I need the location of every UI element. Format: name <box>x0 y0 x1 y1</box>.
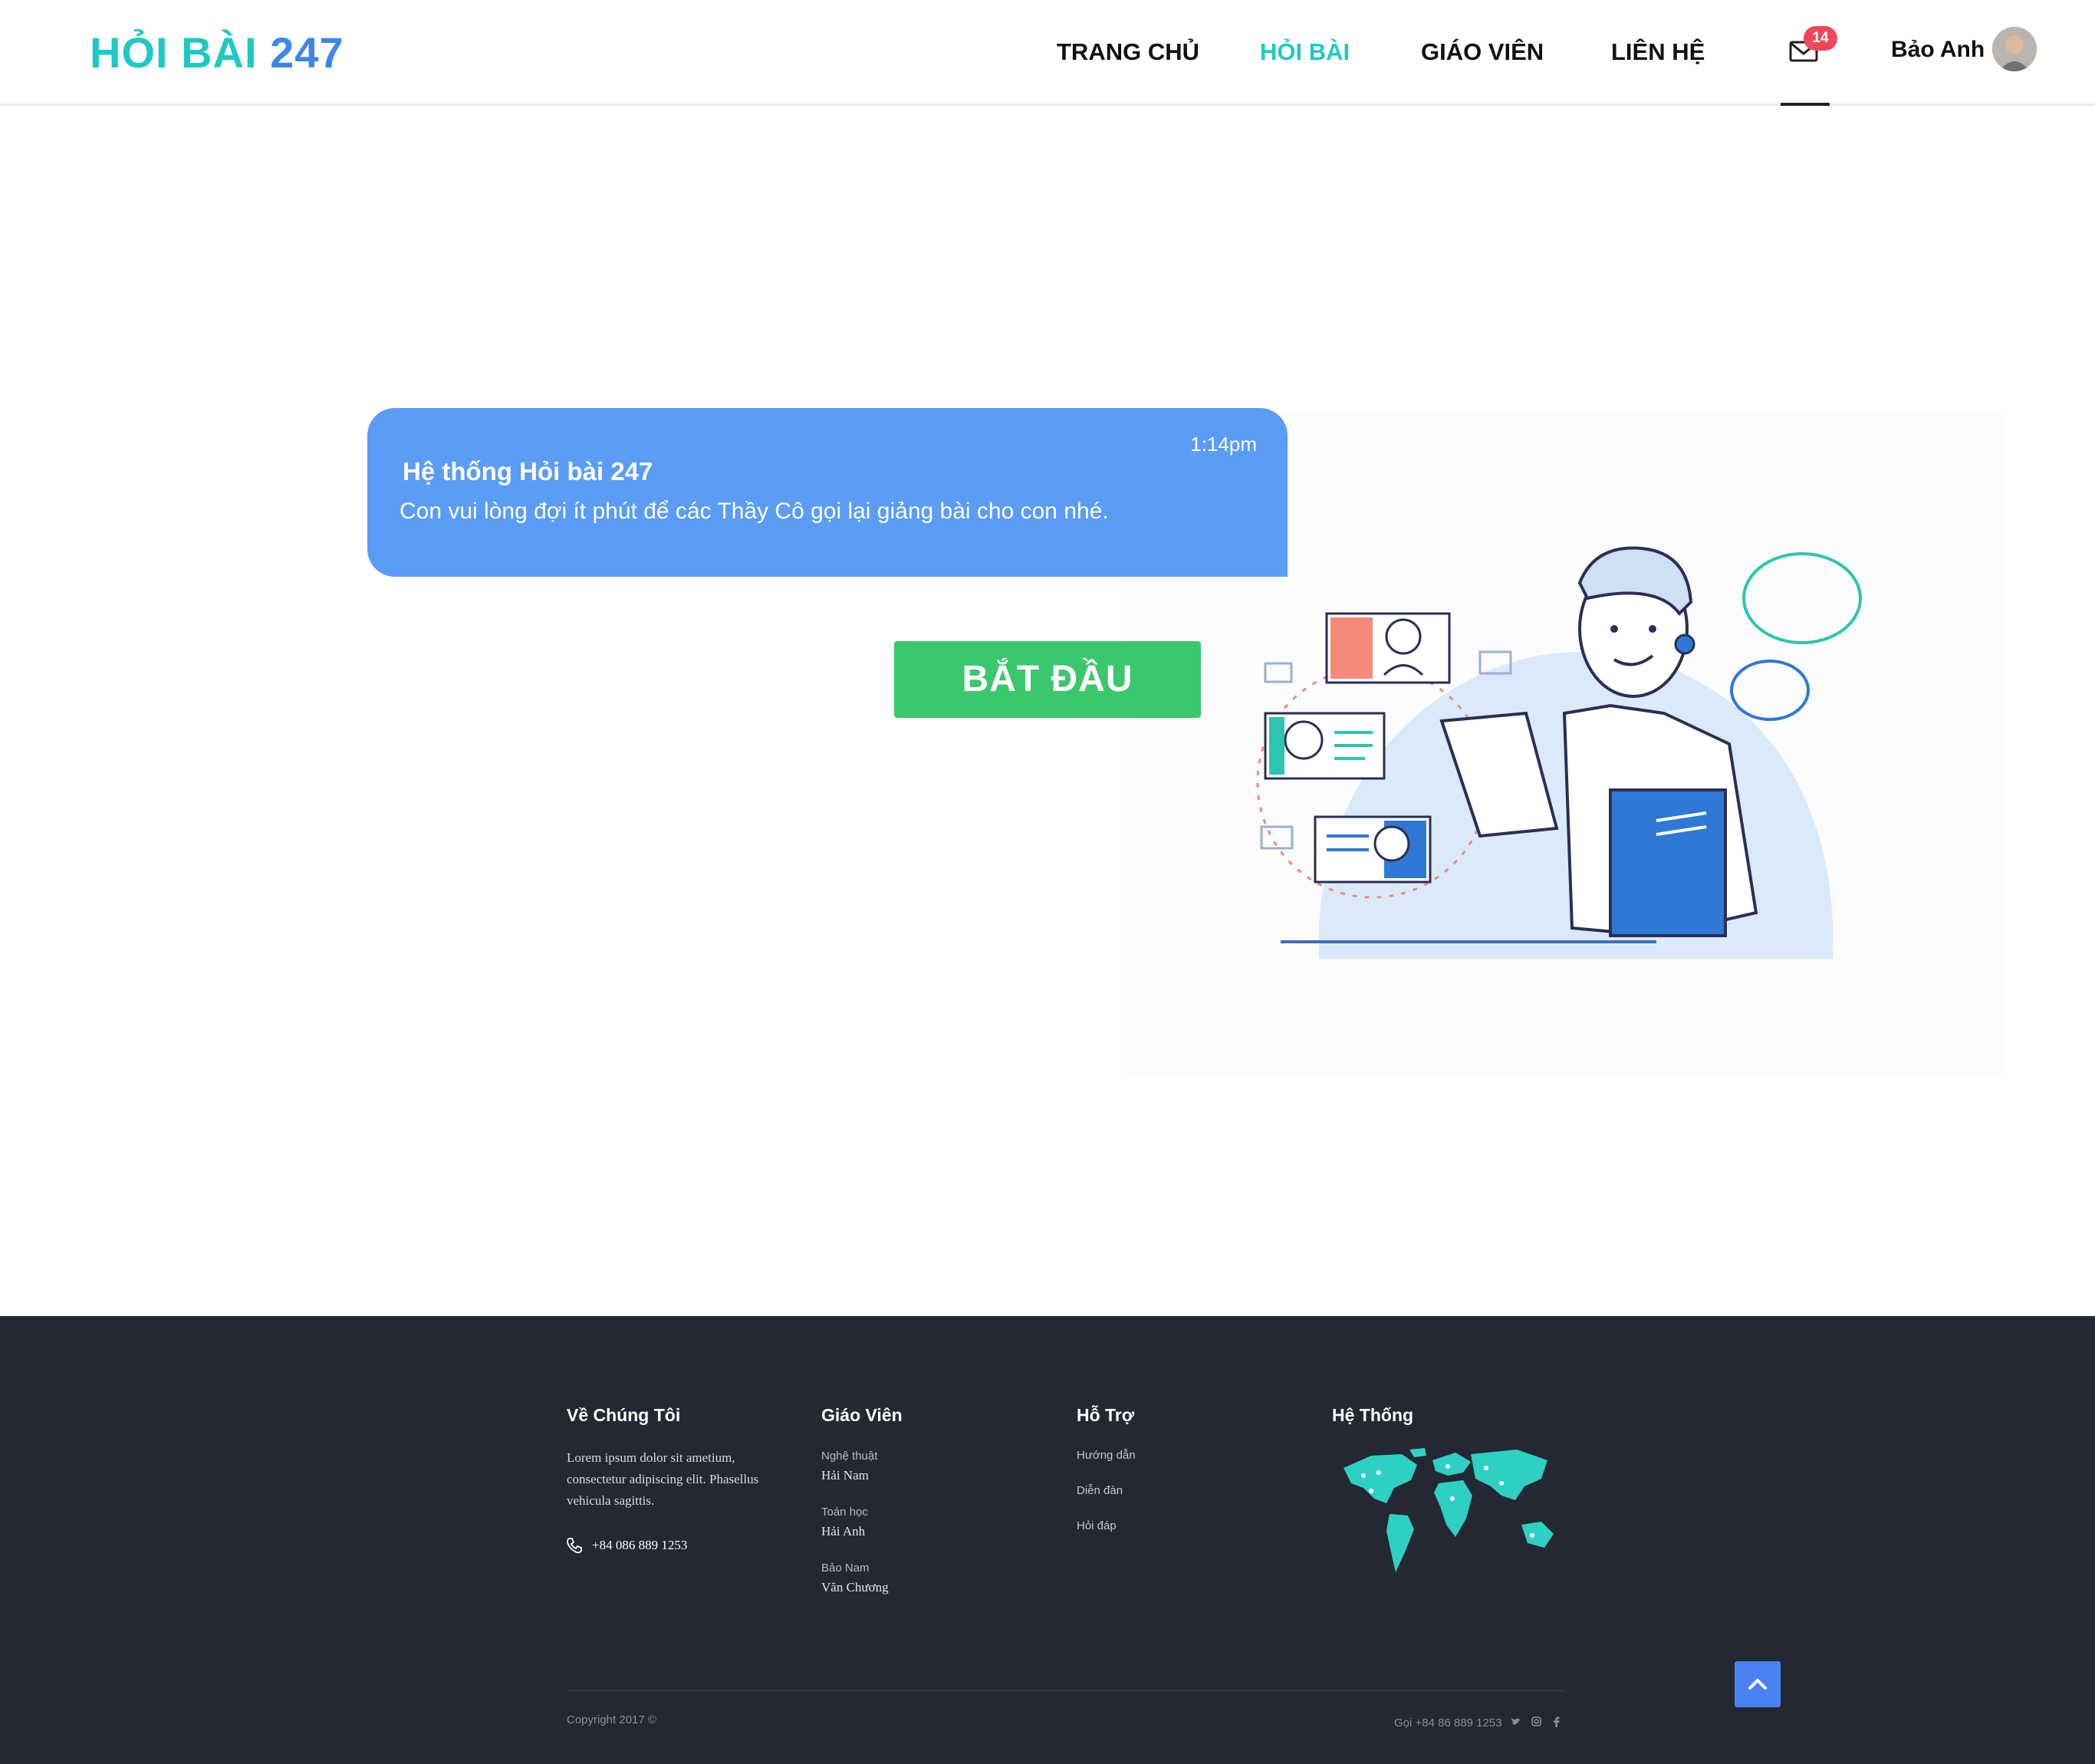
nav-trang-chu[interactable]: TRANG CHỦ <box>1057 38 1199 66</box>
message-text: Con vui lòng đợi ít phút để các Thầy Cô … <box>400 499 1109 524</box>
footer-about-text-3: vehicula sagittis. <box>567 1493 655 1508</box>
copyright: Copyright 2017 © <box>567 1713 656 1726</box>
chat-message-bubble: 1:14pm Hệ thống Hỏi bài 247 Con vui lòng… <box>367 408 1288 577</box>
facebook-icon[interactable] <box>1553 1716 1560 1729</box>
footer-about-text-1: Lorem ipsum dolor sit ametium, <box>567 1450 735 1465</box>
footer-system-title: Hệ Thống <box>1332 1405 1414 1425</box>
logo-text-main: HỎI BÀI <box>90 28 258 77</box>
scroll-to-top-button[interactable] <box>1735 1661 1781 1707</box>
footer-phone[interactable]: +84 086 889 1253 <box>592 1538 687 1553</box>
site-logo[interactable]: HỎI BÀI 247 <box>90 28 344 77</box>
logo-text-number: 247 <box>270 28 344 77</box>
footer-link-guide[interactable]: Hướng dẫn <box>1077 1449 1136 1462</box>
teacher-name[interactable]: Hải Anh <box>821 1524 865 1539</box>
footer-call[interactable]: Gọi +84 86 889 1253 <box>1394 1716 1502 1729</box>
arrow-up-icon <box>1748 1679 1767 1690</box>
nav-giao-vien[interactable]: GIÁO VIÊN <box>1421 38 1544 66</box>
teacher-subject: Nghệ thuật <box>821 1450 878 1463</box>
nav-hoi-bai[interactable]: HỎI BÀI <box>1260 38 1350 66</box>
top-navbar: HỎI BÀI 247 TRANG CHỦ HỎI BÀI GIÁO VIÊN … <box>0 0 2095 106</box>
footer-about-title: Về Chúng Tôi <box>567 1405 681 1425</box>
footer-about-text-2: consectetur adipiscing elit. Phasellus <box>567 1472 759 1486</box>
teacher-subject: Toán học <box>821 1506 868 1519</box>
twitter-icon[interactable] <box>1511 1716 1521 1729</box>
user-name[interactable]: Bảo Anh <box>1891 37 1985 63</box>
avatar[interactable] <box>1992 27 2037 71</box>
message-time: 1:14pm <box>1190 433 1257 456</box>
footer-teachers-title: Giáo Viên <box>821 1405 903 1425</box>
footer-link-faq[interactable]: Hỏi đáp <box>1077 1519 1117 1532</box>
teacher-name[interactable]: Hải Nam <box>821 1468 869 1483</box>
message-sender: Hệ thống Hỏi bài 247 <box>403 457 653 485</box>
support-agent-illustration <box>1256 546 1862 959</box>
mail-count-badge: 14 <box>1804 26 1837 51</box>
phone-icon <box>566 1537 583 1554</box>
footer-support-title: Hỗ Trợ <box>1077 1405 1135 1425</box>
world-map <box>1343 1448 1554 1572</box>
instagram-icon[interactable] <box>1531 1716 1541 1729</box>
footer-link-forum[interactable]: Diễn đàn <box>1077 1484 1123 1497</box>
nav-lien-he[interactable]: LIÊN HỆ <box>1611 38 1705 66</box>
footer-divider <box>567 1690 1565 1691</box>
site-footer <box>0 1316 2095 1764</box>
start-button[interactable]: BẮT ĐẦU <box>894 641 1201 718</box>
teacher-name[interactable]: Văn Chương <box>821 1580 889 1595</box>
mail-active-indicator <box>1781 103 1830 106</box>
teacher-subject: Bảo Nam <box>821 1562 870 1575</box>
